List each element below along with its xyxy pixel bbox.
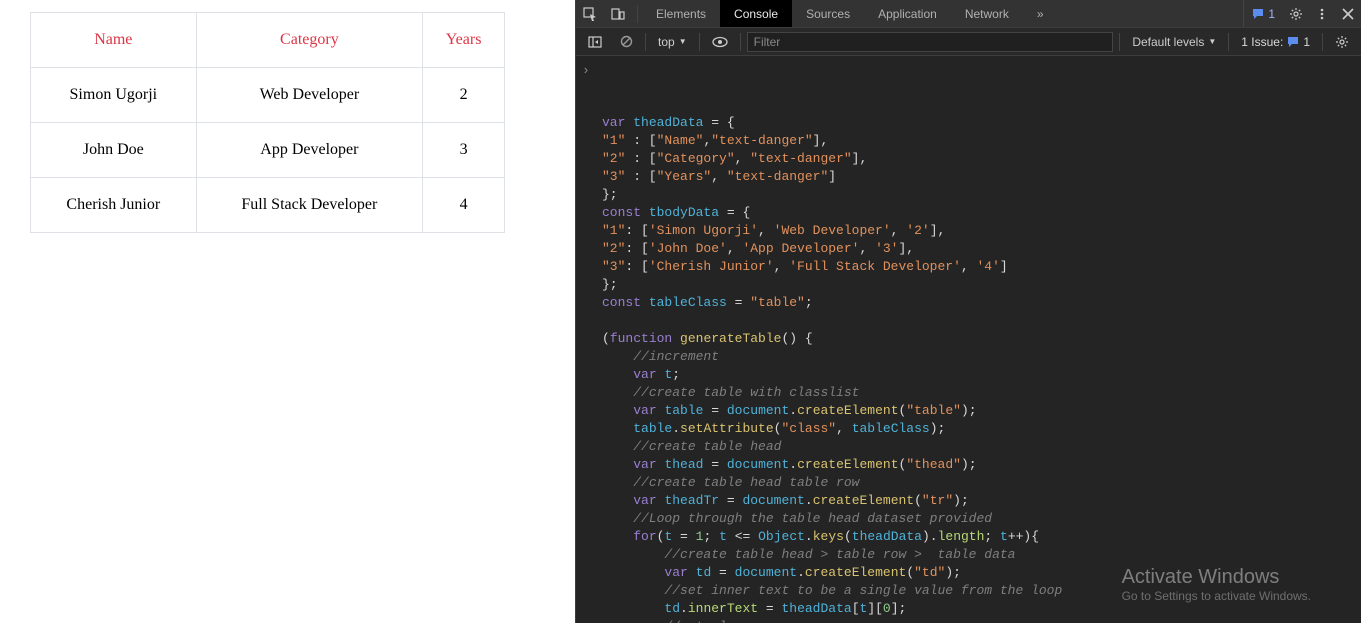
code-line: "3" : ["Years", "text-danger"]: [602, 168, 1361, 186]
live-expression-icon[interactable]: [706, 36, 734, 48]
code-line: //create table head table row: [602, 474, 1361, 492]
code-block: var theadData = {"1" : ["Name","text-dan…: [584, 114, 1361, 623]
table-row: Simon UgorjiWeb Developer2: [31, 68, 505, 123]
code-line: [602, 312, 1361, 330]
code-line: var thead = document.createElement("thea…: [602, 456, 1361, 474]
table-cell: Full Stack Developer: [196, 178, 423, 233]
device-toolbar-icon[interactable]: [604, 0, 632, 27]
chat-icon: [1252, 8, 1264, 20]
code-line: var td = document.createElement("td");: [602, 564, 1361, 582]
tab-console[interactable]: Console: [720, 0, 792, 27]
sidebar-toggle-icon[interactable]: [582, 35, 608, 49]
table-row: Cherish JuniorFull Stack Developer4: [31, 178, 505, 233]
code-line: //create table head > table row > table …: [602, 546, 1361, 564]
console-toolbar: top ▼ Default levels ▼ 1 Issue: 1: [576, 28, 1361, 56]
code-line: var t;: [602, 366, 1361, 384]
code-line: "3": ['Cherish Junior', 'Full Stack Deve…: [602, 258, 1361, 276]
code-line: for(t = 1; t <= Object.keys(theadData).l…: [602, 528, 1361, 546]
code-line: "1" : ["Name","text-danger"],: [602, 132, 1361, 150]
code-line: (function generateTable() {: [602, 330, 1361, 348]
code-line: const tableClass = "table";: [602, 294, 1361, 312]
issues-label: 1 Issue:: [1241, 35, 1283, 49]
code-line: };: [602, 276, 1361, 294]
kebab-menu-icon[interactable]: [1309, 7, 1335, 21]
prompt-caret-icon: ›: [582, 62, 590, 80]
inspect-element-icon[interactable]: [576, 0, 604, 27]
code-line: const tbodyData = {: [602, 204, 1361, 222]
code-line: "1": ['Simon Ugorji', 'Web Developer', '…: [602, 222, 1361, 240]
context-selector[interactable]: top ▼: [652, 35, 693, 49]
tab-network[interactable]: Network: [951, 0, 1023, 27]
table-cell: 4: [423, 178, 505, 233]
tab-application[interactable]: Application: [864, 0, 951, 27]
messages-badge[interactable]: 1: [1243, 0, 1283, 27]
code-line: "2" : ["Category", "text-danger"],: [602, 150, 1361, 168]
tab-elements[interactable]: Elements: [642, 0, 720, 27]
levels-selector[interactable]: Default levels ▼: [1126, 35, 1222, 49]
badge-count: 1: [1268, 7, 1275, 21]
code-line: "2": ['John Doe', 'App Developer', '3'],: [602, 240, 1361, 258]
col-header-years: Years: [423, 13, 505, 68]
code-line: td.innerText = theadData[t][0];: [602, 600, 1361, 618]
table-cell: 3: [423, 123, 505, 178]
console-code-area[interactable]: › var theadData = {"1" : ["Name","text-d…: [576, 56, 1361, 623]
settings-icon[interactable]: [1329, 35, 1355, 49]
table-body: Simon UgorjiWeb Developer2John DoeApp De…: [31, 68, 505, 233]
filter-input[interactable]: [747, 32, 1114, 52]
code-line: //increment: [602, 348, 1361, 366]
tab-sources[interactable]: Sources: [792, 0, 864, 27]
code-line: var table = document.createElement("tabl…: [602, 402, 1361, 420]
col-header-name: Name: [31, 13, 197, 68]
table-cell: Cherish Junior: [31, 178, 197, 233]
issues-indicator[interactable]: 1 Issue: 1: [1235, 35, 1316, 49]
code-line: //set inner text to be a single value fr…: [602, 582, 1361, 600]
table-cell: 2: [423, 68, 505, 123]
devtools-tabbar: Elements Console Sources Application Net…: [576, 0, 1361, 28]
code-line: //Loop through the table head dataset pr…: [602, 510, 1361, 528]
table-cell: App Developer: [196, 123, 423, 178]
code-line: //create table head: [602, 438, 1361, 456]
settings-icon[interactable]: [1283, 7, 1309, 21]
table-header-row: Name Category Years: [31, 13, 505, 68]
devtools-panel: Elements Console Sources Application Net…: [575, 0, 1361, 623]
table-cell: Simon Ugorji: [31, 68, 197, 123]
data-table: Name Category Years Simon UgorjiWeb Deve…: [30, 12, 505, 233]
tab-more[interactable]: »: [1023, 0, 1058, 27]
close-icon[interactable]: [1335, 8, 1361, 20]
col-header-category: Category: [196, 13, 423, 68]
levels-label: Default levels: [1132, 35, 1204, 49]
code-line: var theadTr = document.createElement("tr…: [602, 492, 1361, 510]
table-row: John DoeApp Developer3: [31, 123, 505, 178]
chevron-down-icon: ▼: [679, 37, 687, 46]
context-label: top: [658, 35, 675, 49]
code-line: table.setAttribute("class", tableClass);: [602, 420, 1361, 438]
code-line: //create table with classlist: [602, 384, 1361, 402]
issues-count: 1: [1303, 35, 1310, 49]
table-cell: John Doe: [31, 123, 197, 178]
code-line: //set class: [602, 618, 1361, 623]
clear-console-icon[interactable]: [614, 35, 639, 48]
code-line: var theadData = {: [602, 114, 1361, 132]
chevron-down-icon: ▼: [1208, 37, 1216, 46]
page-pane: Name Category Years Simon UgorjiWeb Deve…: [0, 0, 575, 623]
chat-icon: [1287, 36, 1299, 48]
code-line: };: [602, 186, 1361, 204]
table-cell: Web Developer: [196, 68, 423, 123]
